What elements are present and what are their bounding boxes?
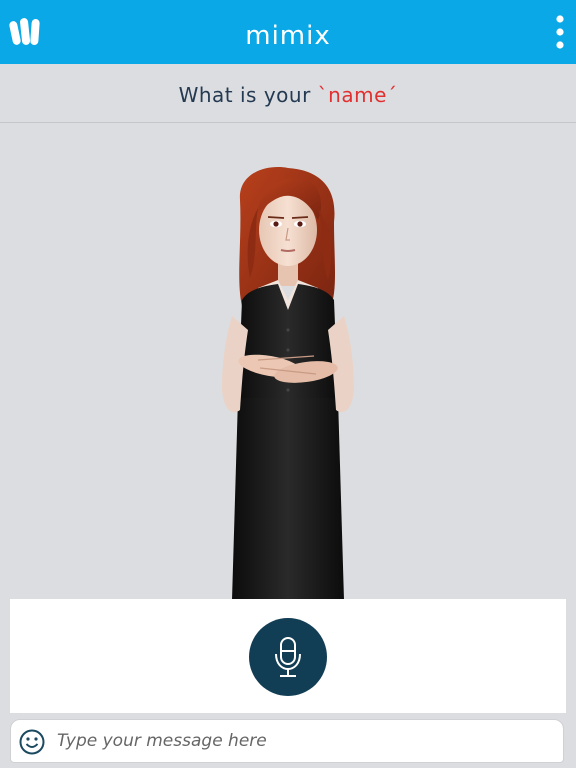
- sign-language-avatar: [188, 160, 388, 600]
- microphone-icon: [275, 637, 301, 677]
- prompt-highlight: `name´: [317, 83, 398, 107]
- prompt-text: What is your: [178, 83, 311, 107]
- app-screen: mimix What is your `name´: [0, 0, 576, 768]
- message-bar: [10, 719, 564, 763]
- app-title: mimix: [245, 21, 331, 51]
- microphone-button[interactable]: [249, 618, 327, 696]
- vertical-dots-menu-icon[interactable]: [550, 14, 570, 50]
- message-input[interactable]: [57, 726, 553, 756]
- prompt-bar: What is your `name´: [0, 64, 576, 123]
- voice-input-panel: [10, 599, 566, 713]
- top-bar: mimix: [0, 0, 576, 64]
- smiley-icon[interactable]: [19, 729, 45, 755]
